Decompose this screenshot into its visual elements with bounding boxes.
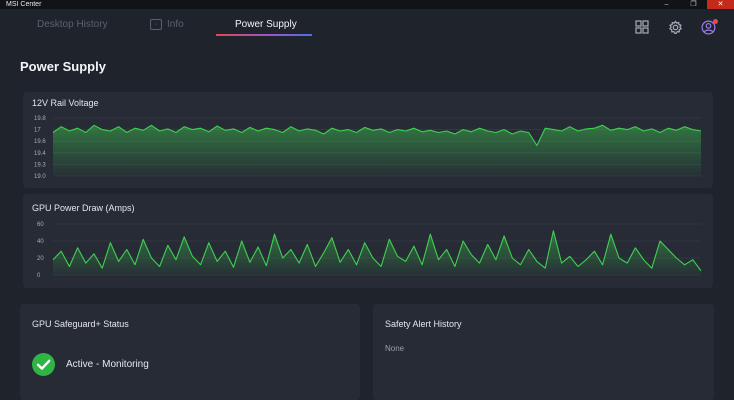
voltage-chart-svg: 19.8 17 19.6 19.4 19.3 19.0 [34,116,702,180]
tab-label: Power Supply [235,19,297,30]
maximize-button[interactable]: ❐ [680,0,707,9]
info-icon: ↓ [150,18,162,30]
close-button[interactable]: ✕ [707,0,734,9]
tab-label: Info [167,19,184,30]
y-tick-label: 0 [37,273,41,279]
voltage-chart-panel: 12V Rail Voltage 19.8 17 19.6 19.4 19.3 19.0 [23,92,713,188]
minimize-button[interactable]: – [653,0,680,9]
y-tick-label: 40 [37,239,44,245]
grid-icon[interactable] [635,20,651,36]
y-tick-label: 19.3 [34,162,46,168]
y-tick-label: 19.8 [34,116,46,122]
safeguard-title: GPU Safeguard+ Status [32,319,129,329]
safeguard-status: Active - Monitoring [66,359,149,370]
page-title: Power Supply [20,59,106,74]
y-tick-label: 19.6 [34,139,46,145]
alert-history-title: Safety Alert History [385,319,462,329]
series-area [53,230,701,275]
alert-history-value: None [385,344,405,353]
active-tab-indicator [216,34,312,36]
notification-badge [713,19,718,24]
tab-info[interactable]: ↓ Info [150,9,184,41]
tab-label: Desktop History [37,19,108,30]
gear-icon[interactable] [668,20,684,36]
safeguard-panel: GPU Safeguard+ Status [20,304,360,400]
y-tick-label: 20 [37,256,44,262]
top-navigation: Desktop History ↓ Info Power Supply [0,9,734,41]
tab-power-supply[interactable]: Power Supply [235,9,297,41]
y-tick-label: 17 [34,128,41,134]
series-area [53,125,701,176]
alert-history-panel: Safety Alert History [373,304,714,400]
app-title: MSI Center [6,1,42,8]
tab-desktop-history[interactable]: Desktop History [37,9,108,41]
user-icon[interactable] [701,19,718,36]
y-tick-label: 60 [37,222,44,228]
y-tick-label: 19.4 [34,151,46,157]
window-titlebar: MSI Center – ❐ ✕ [0,0,734,9]
check-icon [32,353,55,376]
window-controls: – ❐ ✕ [653,0,734,9]
amps-chart-panel: GPU Power Draw (Amps) 60 40 20 0 [23,194,713,288]
amps-chart-svg: 60 40 20 0 [37,222,702,279]
y-tick-label: 19.0 [34,174,46,180]
